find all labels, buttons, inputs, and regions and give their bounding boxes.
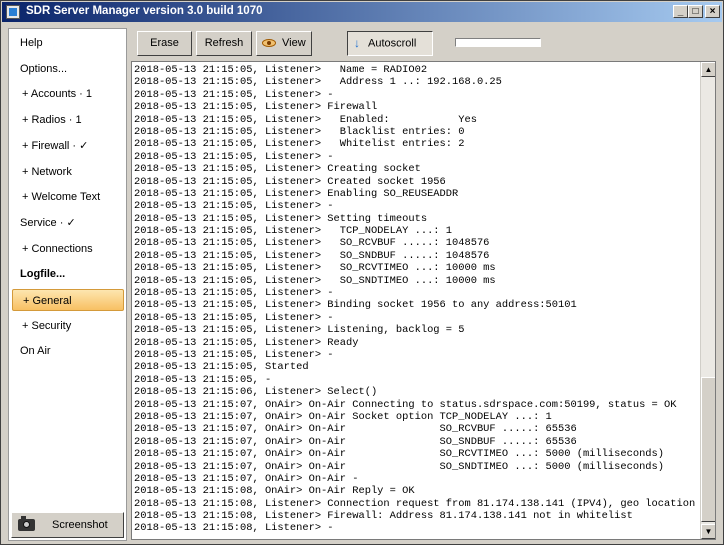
erase-button[interactable]: Erase — [137, 31, 192, 56]
screenshot-button-label: Screenshot — [52, 519, 108, 531]
title-bar[interactable]: SDR Server Manager version 3.0 build 107… — [2, 2, 722, 22]
log-line: 2018-05-13 21:15:05, Listener> Name = RA… — [134, 64, 428, 76]
log-line: 2018-05-13 21:15:05, Listener> - — [134, 287, 334, 300]
sidebar-item[interactable]: + Welcome Text — [12, 186, 124, 208]
minimize-button[interactable]: _ — [673, 5, 688, 18]
app-window: SDR Server Manager version 3.0 build 107… — [0, 0, 724, 545]
sidebar-item[interactable]: Logfile... — [12, 263, 124, 285]
log-line: 2018-05-13 21:15:07, OnAir> On-Air SO_SN… — [134, 460, 665, 473]
log-line: 2018-05-13 21:15:05, Listener> TCP_NODEL… — [134, 225, 453, 238]
log-line: 2018-05-13 21:15:08, Listener> - — [134, 522, 334, 535]
log-view[interactable]: 2018-05-13 21:15:05, Listener> Name = RA… — [131, 61, 716, 540]
log-line: 2018-05-13 21:15:05, Listener> - — [134, 200, 334, 213]
view-button[interactable]: View — [256, 31, 312, 56]
sidebar-item[interactable]: + Radios · 1 — [12, 109, 124, 131]
close-button[interactable]: × — [705, 5, 720, 18]
log-line: 2018-05-13 21:15:05, Started — [134, 361, 309, 374]
sidebar-item[interactable]: + Connections — [12, 238, 124, 260]
progress-bar — [455, 38, 541, 47]
log-line: 2018-05-13 21:15:08, Listener> Firewall:… — [134, 510, 633, 523]
log-line: 2018-05-13 21:15:05, Listener> Enabled: … — [134, 113, 477, 126]
log-line: 2018-05-13 21:15:07, OnAir> On-Air Conne… — [134, 398, 677, 411]
sidebar-item[interactable]: Help — [12, 32, 124, 54]
log-line: 2018-05-13 21:15:05, - — [134, 373, 272, 386]
screenshot-button[interactable]: Screenshot — [11, 512, 124, 538]
log-line: 2018-05-13 21:15:05, Listener> Blacklist… — [134, 125, 465, 138]
log-line: 2018-05-13 21:15:05, Listener> Enabling … — [134, 187, 459, 200]
log-line: 2018-05-13 21:15:06, Listener> Select() — [134, 386, 378, 399]
log-line: 2018-05-13 21:15:05, Listener> Setting t… — [134, 212, 428, 225]
sidebar-item[interactable]: + Accounts · 1 — [12, 83, 124, 105]
scroll-up-button[interactable]: ▲ — [701, 62, 715, 77]
log-line: 2018-05-13 21:15:05, Listener> Binding s… — [134, 299, 577, 312]
log-line: 2018-05-13 21:15:05, Listener> Created s… — [134, 175, 446, 188]
sidebar-item[interactable]: On Air — [12, 340, 124, 362]
sidebar-item[interactable]: + Network — [12, 161, 124, 183]
vertical-scrollbar[interactable]: ▲ ▼ — [700, 62, 715, 539]
app-icon — [6, 5, 20, 19]
log-line: 2018-05-13 21:15:05, Listener> Whitelist… — [134, 138, 465, 151]
log-line: 2018-05-13 21:15:05, Listener> Ready — [134, 336, 359, 349]
sidebar-item[interactable]: + General — [12, 289, 124, 311]
log-line: 2018-05-13 21:15:07, OnAir> On-Air SO_RC… — [134, 423, 577, 436]
log-line: 2018-05-13 21:15:05, Listener> Address 1… — [134, 76, 502, 89]
log-lines: 2018-05-13 21:15:05, Listener> Name = RA… — [134, 64, 700, 537]
log-line: 2018-05-13 21:15:07, OnAir> On-Air SO_RC… — [134, 448, 665, 461]
log-line: 2018-05-13 21:15:05, Listener> - — [134, 348, 334, 361]
log-line: 2018-05-13 21:15:05, Listener> - — [134, 88, 334, 101]
scroll-down-button[interactable]: ▼ — [701, 524, 715, 539]
refresh-button[interactable]: Refresh — [196, 31, 252, 56]
sidebar-item[interactable]: Options... — [12, 58, 124, 80]
sidebar-nav: Help Options... + Accounts · 1 + Radios · 1… — [8, 28, 127, 541]
sidebar-item[interactable]: + Security — [12, 315, 124, 337]
log-line: 2018-05-13 21:15:05, Listener> - — [134, 311, 334, 324]
autoscroll-toggle[interactable]: ↓ Autoscroll — [347, 31, 433, 56]
log-line: 2018-05-13 21:15:05, Listener> SO_RCVTIM… — [134, 262, 496, 275]
log-line: 2018-05-13 21:15:05, Listener> SO_SNDTIM… — [134, 274, 496, 287]
sidebar-item[interactable]: Service · ✓ — [12, 212, 124, 234]
camera-icon — [18, 516, 35, 531]
log-line: 2018-05-13 21:15:08, OnAir> On-Air Reply… — [134, 485, 415, 498]
log-line: 2018-05-13 21:15:05, Listener> Firewall — [134, 101, 378, 114]
log-line: 2018-05-13 21:15:05, Listener> SO_RCVBUF… — [134, 237, 490, 250]
log-line: 2018-05-13 21:15:08, Listener> Connectio… — [134, 497, 700, 510]
scroll-thumb[interactable] — [701, 377, 715, 522]
autoscroll-label: Autoscroll — [368, 37, 417, 50]
view-button-label: View — [282, 37, 306, 49]
eye-icon — [262, 38, 276, 48]
sidebar-item[interactable]: + Firewall · ✓ — [12, 135, 124, 157]
log-line: 2018-05-13 21:15:07, OnAir> On-Air Socke… — [134, 410, 552, 423]
log-line: 2018-05-13 21:15:05, Listener> Creating … — [134, 163, 421, 176]
log-line: 2018-05-13 21:15:05, Listener> - — [134, 150, 334, 163]
log-line: 2018-05-13 21:15:07, OnAir> On-Air - — [134, 472, 359, 485]
maximize-button[interactable]: □ — [688, 5, 703, 18]
down-arrow-icon: ↓ — [354, 36, 360, 50]
log-line: 2018-05-13 21:15:07, OnAir> On-Air SO_SN… — [134, 435, 577, 448]
log-line: 2018-05-13 21:15:05, Listener> Listening… — [134, 324, 465, 337]
window-title: SDR Server Manager version 3.0 build 107… — [26, 5, 263, 17]
log-line: 2018-05-13 21:15:05, Listener> SO_SNDBUF… — [134, 249, 490, 262]
